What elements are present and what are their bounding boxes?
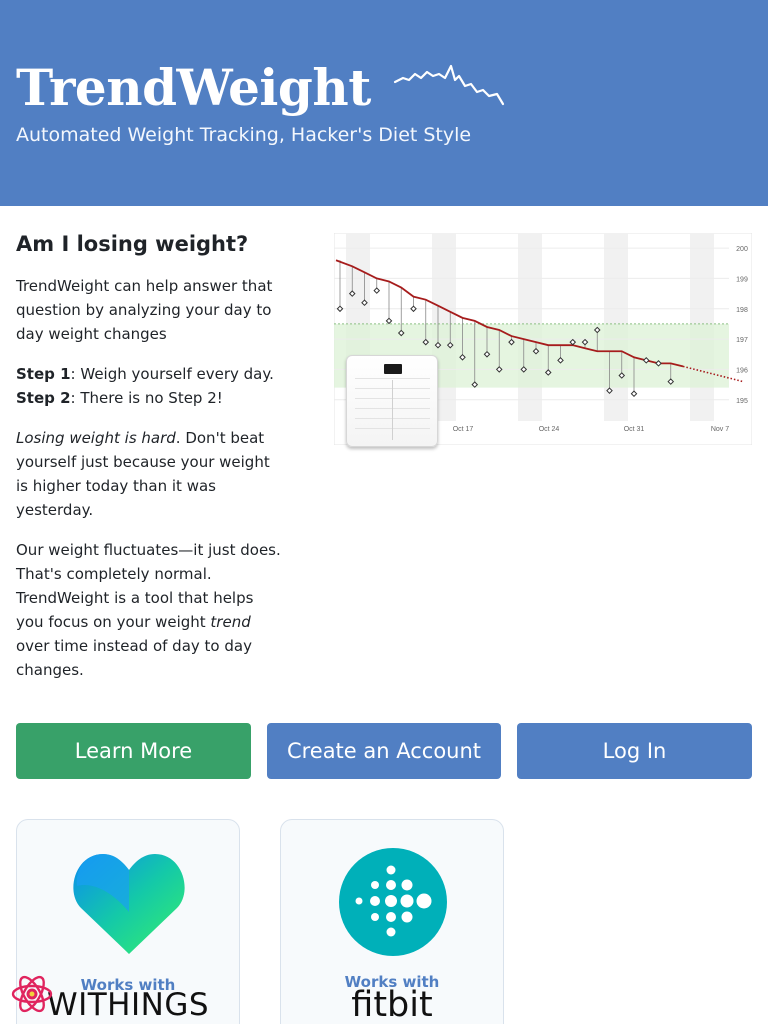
- intro-section: Am I losing weight? TrendWeight can help…: [16, 230, 284, 698]
- fluctuates-text-b: over time instead of day to day changes.: [16, 637, 252, 679]
- y-tick-label: 199: [736, 276, 748, 283]
- react-devtools-icon[interactable]: [10, 972, 54, 1016]
- intro-heading: Am I losing weight?: [16, 232, 249, 256]
- y-tick-label: 197: [736, 337, 748, 344]
- trend-italic: trend: [210, 613, 251, 631]
- y-tick-label: 200: [736, 246, 748, 253]
- fitbit-name: fitbit: [351, 985, 433, 1024]
- intro-paragraph: TrendWeight can help answer that questio…: [16, 277, 273, 343]
- losing-weight-paragraph: Losing weight is hard. Don't beat yourse…: [16, 426, 284, 522]
- create-account-button[interactable]: Create an Account: [267, 723, 501, 779]
- steps-paragraph: Step 1: Weigh yourself every day. Step 2…: [16, 362, 284, 410]
- x-tick-label: Oct 31: [624, 426, 645, 433]
- brand-title[interactable]: TrendWeight: [16, 58, 371, 118]
- learn-more-button[interactable]: Learn More: [16, 723, 251, 779]
- site-header: TrendWeight Automated Weight Tracking, H…: [0, 0, 768, 206]
- fluctuates-paragraph: Our weight fluctuates—it just does. That…: [16, 538, 284, 682]
- x-tick-label: Nov 7: [711, 426, 729, 433]
- step2-text: : There is no Step 2!: [70, 389, 223, 407]
- smart-scale-image: [346, 355, 438, 447]
- y-tick-label: 195: [736, 398, 748, 405]
- fitbit-card[interactable]: Works with fitbit: [280, 819, 504, 1024]
- withings-heart-logo: [73, 854, 185, 954]
- step1-label: Step 1: [16, 365, 71, 383]
- losing-weight-italic: Losing weight is hard: [16, 429, 176, 447]
- x-tick-label: Oct 17: [453, 426, 474, 433]
- x-tick-label: Oct 24: [539, 426, 560, 433]
- step2-label: Step 2: [16, 389, 71, 407]
- y-tick-label: 196: [736, 367, 748, 374]
- trend-sparkline-icon: [393, 64, 505, 106]
- step1-text: : Weigh yourself every day.: [70, 365, 274, 383]
- fitbit-dots-logo: [339, 848, 447, 956]
- y-tick-label: 198: [736, 307, 748, 314]
- log-in-button[interactable]: Log In: [517, 723, 752, 779]
- tagline: Automated Weight Tracking, Hacker's Diet…: [16, 124, 472, 146]
